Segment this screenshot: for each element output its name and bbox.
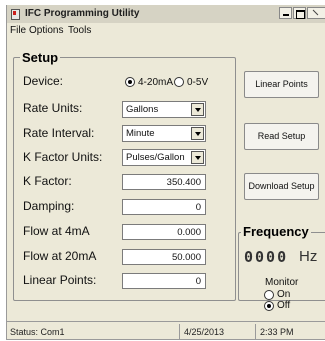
maximize-icon[interactable] <box>293 7 306 19</box>
k-factor-label: K Factor: <box>23 174 72 188</box>
rate-interval-select[interactable]: Minute <box>122 125 206 142</box>
device-0-5v-radio[interactable] <box>174 77 184 87</box>
device-label: Device: <box>23 74 64 88</box>
monitor-off-label: Off <box>277 300 291 311</box>
rate-units-select[interactable]: Gallons <box>122 101 206 118</box>
menu-options[interactable]: Options <box>29 25 63 36</box>
flow-20ma-input[interactable]: 50.000 <box>122 249 206 265</box>
monitor-on-radio[interactable] <box>264 290 274 300</box>
status-bar: Status: Com1 4/25/2013 2:33 PM <box>7 321 325 340</box>
status-text: Status: Com1 <box>10 327 65 337</box>
window-title: IFC Programming Utility <box>25 8 140 19</box>
title-bar: IFC Programming Utility <box>7 5 325 23</box>
app-icon <box>11 9 20 20</box>
rate-units-label: Rate Units: <box>23 101 83 115</box>
frequency-readout: 0000 <box>244 248 289 266</box>
device-0-5v-label: 0-5V <box>187 77 209 88</box>
chevron-down-icon[interactable] <box>191 151 204 164</box>
status-divider <box>179 324 180 339</box>
linear-points-input[interactable]: 0 <box>122 273 206 289</box>
rate-interval-value: Minute <box>126 128 155 139</box>
chevron-down-icon[interactable] <box>191 127 204 140</box>
chevron-down-icon[interactable] <box>191 103 204 116</box>
rate-interval-label: Rate Interval: <box>23 126 95 140</box>
k-factor-units-value: Pulses/Gallon <box>126 152 185 163</box>
status-time: 2:33 PM <box>260 327 294 337</box>
monitor-off-radio[interactable] <box>264 301 274 311</box>
status-date: 4/25/2013 <box>184 327 225 337</box>
linear-points-button[interactable]: Linear Points <box>244 71 319 98</box>
device-4-20ma-radio[interactable] <box>125 77 135 87</box>
monitor-on-label: On <box>277 289 291 300</box>
device-4-20ma-label: 4-20mA <box>138 77 174 88</box>
flow-20ma-label: Flow at 20mA <box>23 249 97 263</box>
flow-4ma-label: Flow at 4mA <box>23 224 90 238</box>
app-window: IFC Programming Utility File Options Too… <box>6 5 325 340</box>
setup-group-title: Setup <box>20 50 61 65</box>
read-setup-button[interactable]: Read Setup <box>244 123 319 150</box>
rate-units-value: Gallons <box>126 104 159 115</box>
close-icon[interactable] <box>307 7 325 19</box>
menu-tools[interactable]: Tools <box>68 25 91 36</box>
linear-points-label: Linear Points: <box>23 273 97 287</box>
status-divider <box>255 324 256 339</box>
damping-input[interactable]: 0 <box>122 199 206 215</box>
download-setup-button[interactable]: Download Setup <box>244 173 319 200</box>
damping-label: Damping: <box>23 199 75 213</box>
frequency-unit: Hz <box>299 248 318 265</box>
k-factor-input[interactable]: 350.400 <box>122 174 206 190</box>
k-factor-units-select[interactable]: Pulses/Gallon <box>122 149 206 166</box>
frequency-group-title: Frequency <box>241 224 311 239</box>
menu-file[interactable]: File <box>10 25 26 36</box>
minimize-icon[interactable] <box>279 7 292 19</box>
flow-4ma-input[interactable]: 0.000 <box>122 224 206 240</box>
monitor-label: Monitor <box>265 277 299 288</box>
k-factor-units-label: K Factor Units: <box>23 150 103 164</box>
